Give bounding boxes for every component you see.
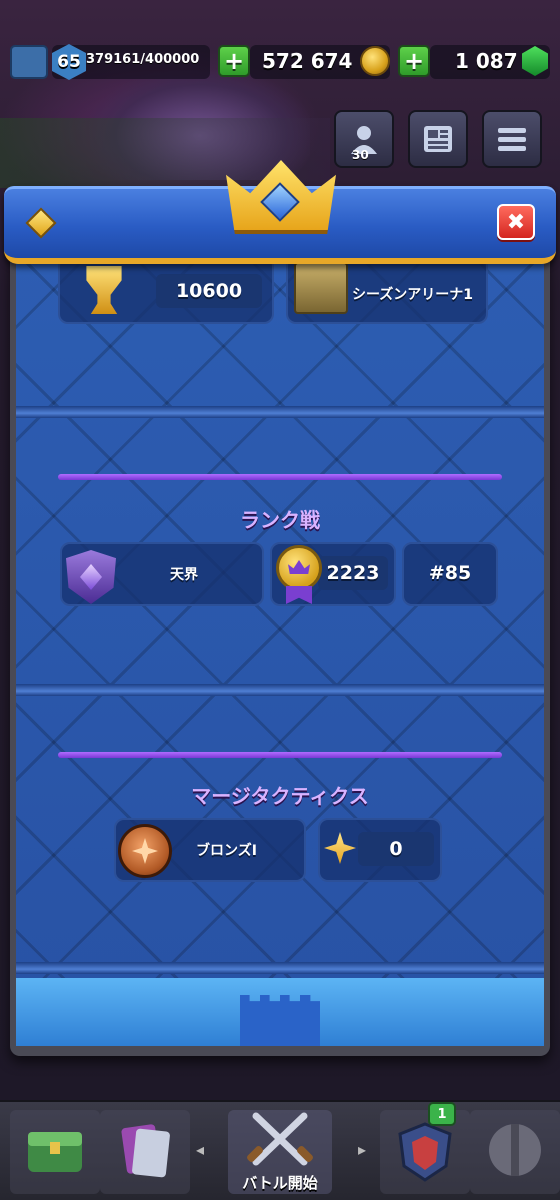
ranked-header-bar [58,474,502,480]
xp-progress-text: 379161/400000 [86,52,200,67]
chest-icon [28,1132,82,1172]
ranked-rating: 2223 [326,562,380,584]
section-divider [16,406,544,418]
cards-icon [121,1124,170,1178]
resource-bar: 65 379161/400000 + 572 674 + 1 087 [0,38,560,86]
gold-amount: 572 674 [262,49,353,73]
merge-tactics-title: マージタクティクス [191,784,369,808]
nav-shop-tab[interactable] [10,1110,100,1194]
castle-illustration [240,995,320,1046]
panel-content [16,248,544,1046]
section-divider [16,684,544,696]
trophy-count: 10600 [175,280,243,302]
hamburger-menu-icon [498,128,526,151]
close-button[interactable]: ✖ [497,204,535,240]
nav-cards-tab[interactable] [100,1110,190,1194]
merge-tactics-header-bar [58,752,502,758]
nav-left-arrow[interactable]: ◂ [196,1140,204,1159]
nav-clan-tab[interactable] [380,1110,470,1194]
gold-coin-icon [360,46,390,76]
section-divider [16,962,544,974]
news-icon [424,126,452,152]
crossed-swords-icon [247,1112,313,1166]
ranked-title: ランク戦 [240,508,320,532]
news-button[interactable] [408,110,468,168]
arena-name: シーズンアリーナ1 [352,287,474,303]
friends-count: 30 [352,148,369,162]
gem-amount: 1 087 [455,49,518,73]
ranked-tier-name: 天界 [170,567,198,583]
clan-notification-badge: 1 [428,1102,456,1126]
player-profile-button[interactable] [10,45,48,79]
battle-start-label: バトル開始 [242,1174,318,1192]
add-gems-button[interactable]: + [398,45,430,77]
merge-points: 0 [389,838,403,860]
menu-button[interactable] [482,110,542,168]
merge-league-name: ブロンズI [196,843,257,859]
clan-shield-icon [398,1122,452,1182]
add-gold-button[interactable]: + [218,45,250,77]
helmet-icon [489,1124,541,1176]
arena-icon [294,262,348,314]
ranked-position: #85 [428,562,472,584]
nav-events-tab[interactable] [470,1110,560,1194]
nav-right-arrow[interactable]: ▸ [358,1140,366,1159]
